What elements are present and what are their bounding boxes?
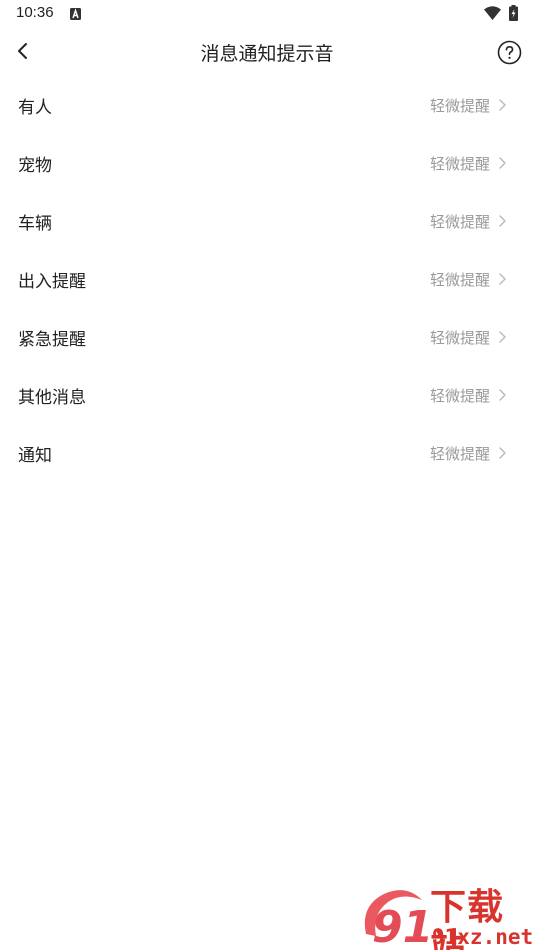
battery-charging-icon: [509, 5, 518, 21]
help-question-icon[interactable]: [497, 40, 522, 65]
item-label: 有人: [18, 98, 52, 118]
item-value: 轻微提醒: [429, 387, 490, 405]
item-label: 车辆: [18, 214, 52, 234]
item-value: 轻微提醒: [429, 271, 490, 289]
list-item-people[interactable]: 有人 轻微提醒: [0, 76, 534, 134]
notification-sound-list: 有人 轻微提醒 宠物 轻微提醒 车辆 轻微提醒 出入提醒 轻微提醒 紧急提醒 轻…: [0, 76, 534, 482]
list-item-vehicle[interactable]: 车辆 轻微提醒: [0, 192, 534, 250]
watermark-domain: 91xz.net: [432, 925, 534, 949]
watermark-logo-icon: 91: [364, 890, 428, 950]
item-label: 其他消息: [18, 388, 86, 408]
item-label: 宠物: [18, 156, 52, 176]
chevron-right-icon: [499, 447, 506, 459]
item-label: 通知: [18, 446, 52, 466]
item-label: 紧急提醒: [18, 330, 86, 350]
chevron-right-icon: [499, 331, 506, 343]
notification-a-icon: [70, 8, 81, 20]
list-item-notification[interactable]: 通知 轻微提醒: [0, 424, 534, 482]
page-title: 消息通知提示音: [200, 43, 334, 65]
status-bar: 10:36: [0, 0, 534, 28]
status-time: 10:36: [16, 4, 54, 21]
list-item-entry-exit[interactable]: 出入提醒 轻微提醒: [0, 250, 534, 308]
chevron-right-icon: [499, 157, 506, 169]
list-item-emergency[interactable]: 紧急提醒 轻微提醒: [0, 308, 534, 366]
list-item-other-messages[interactable]: 其他消息 轻微提醒: [0, 366, 534, 424]
item-label: 出入提醒: [18, 272, 86, 292]
chevron-right-icon: [499, 389, 506, 401]
svg-text:91: 91: [372, 902, 428, 950]
item-value: 轻微提醒: [429, 97, 490, 115]
item-value: 轻微提醒: [429, 445, 490, 463]
site-watermark: 91 下载站 91xz.net: [362, 888, 534, 950]
item-value: 轻微提醒: [429, 155, 490, 173]
wifi-icon: [484, 6, 501, 20]
list-item-pet[interactable]: 宠物 轻微提醒: [0, 134, 534, 192]
item-value: 轻微提醒: [429, 329, 490, 347]
chevron-right-icon: [499, 215, 506, 227]
chevron-right-icon: [499, 273, 506, 285]
header-bar: 消息通知提示音: [0, 28, 534, 76]
item-value: 轻微提醒: [429, 213, 490, 231]
chevron-right-icon: [499, 99, 506, 111]
